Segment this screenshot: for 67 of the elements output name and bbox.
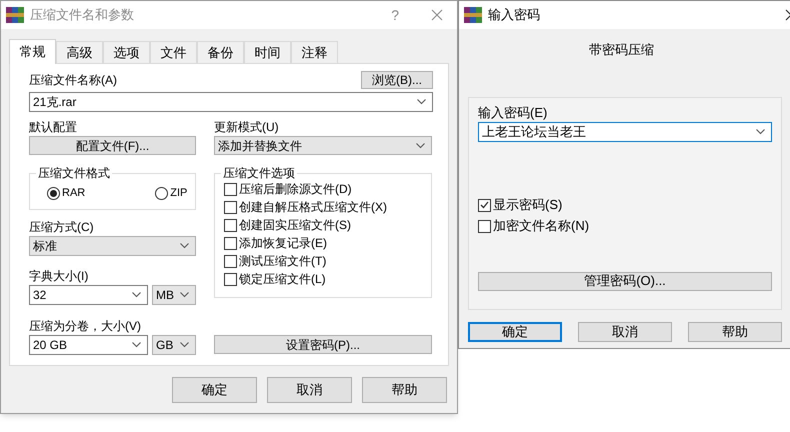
checkbox[interactable] bbox=[224, 272, 237, 286]
field-label: 压缩为分卷，大小(V) bbox=[29, 319, 142, 333]
checkbox-label: 添加恢复记录(E) bbox=[239, 235, 327, 252]
push-button[interactable]: 设置密码(P)... bbox=[214, 335, 432, 354]
dropdown-field[interactable]: 标准 bbox=[29, 236, 196, 256]
tab[interactable]: 备份 bbox=[197, 41, 244, 63]
field-label: 压缩方式(C) bbox=[29, 220, 95, 234]
dropdown-field[interactable]: GB bbox=[152, 335, 196, 355]
tab[interactable]: 常规 bbox=[9, 39, 56, 64]
push-button[interactable]: 管理密码(O)... bbox=[478, 272, 772, 290]
checkbox-label: 创建固实压缩文件(S) bbox=[239, 217, 351, 234]
archive-books-icon bbox=[6, 7, 24, 23]
dropdown-field[interactable]: 添加并替换文件 bbox=[214, 136, 432, 155]
chevron-down-icon bbox=[132, 342, 141, 348]
radio-button[interactable] bbox=[47, 187, 60, 200]
dialog-heading: 带密码压缩 bbox=[588, 41, 655, 59]
push-button[interactable]: 帮助 bbox=[688, 322, 782, 342]
tab[interactable]: 高级 bbox=[56, 41, 103, 63]
checkbox[interactable] bbox=[224, 182, 237, 196]
checkbox-label: 创建自解压格式压缩文件(X) bbox=[239, 199, 387, 216]
checkbox[interactable] bbox=[224, 200, 237, 214]
push-button[interactable]: 取消 bbox=[578, 322, 672, 342]
chevron-down-icon bbox=[132, 292, 141, 298]
tab[interactable]: 选项 bbox=[103, 41, 150, 63]
dropdown-field[interactable]: 20 GB bbox=[29, 335, 148, 355]
radio-label: ZIP bbox=[170, 186, 188, 202]
chevron-down-icon bbox=[756, 128, 765, 134]
push-button[interactable]: 确定 bbox=[172, 377, 257, 403]
checkbox[interactable] bbox=[224, 218, 237, 232]
dropdown-field[interactable]: MB bbox=[152, 285, 196, 305]
tab[interactable]: 时间 bbox=[244, 41, 291, 63]
push-button[interactable]: 浏览(B)... bbox=[361, 71, 433, 89]
field-label: 更新模式(U) bbox=[214, 120, 280, 134]
checkbox[interactable] bbox=[224, 254, 237, 268]
checkbox[interactable] bbox=[478, 220, 491, 232]
field-label: 输入密码(E) bbox=[478, 106, 548, 120]
dropdown-field[interactable]: 21克.rar bbox=[29, 92, 433, 112]
push-button[interactable]: 取消 bbox=[267, 377, 352, 403]
checkbox-label: 加密文件名称(N) bbox=[493, 217, 590, 236]
radio-label: RAR bbox=[62, 186, 86, 202]
window-title: 压缩文件名和参数 bbox=[30, 6, 134, 24]
dropdown-field[interactable]: 上老王论坛当老王 bbox=[478, 122, 772, 142]
radio-button[interactable] bbox=[155, 187, 168, 200]
checkbox-label: 压缩后删除源文件(D) bbox=[239, 181, 352, 198]
chevron-down-icon bbox=[180, 243, 189, 249]
field-label: 压缩文件名称(A) bbox=[29, 73, 117, 87]
field-label: 默认配置 bbox=[29, 120, 78, 134]
group-label: 压缩文件选项 bbox=[221, 166, 297, 180]
checkbox-label: 锁定压缩文件(L) bbox=[239, 271, 326, 288]
checkbox[interactable] bbox=[224, 236, 237, 250]
tab[interactable]: 文件 bbox=[150, 41, 197, 63]
archive-books-icon bbox=[464, 7, 482, 23]
group-label: 压缩文件格式 bbox=[36, 166, 112, 180]
tab[interactable]: 注释 bbox=[291, 41, 338, 63]
checked-checkbox[interactable] bbox=[478, 198, 491, 212]
push-button[interactable]: 配置文件(F)... bbox=[29, 136, 196, 155]
chevron-down-icon bbox=[180, 292, 189, 298]
chevron-down-icon bbox=[180, 342, 189, 348]
chevron-down-icon bbox=[417, 99, 426, 105]
chevron-down-icon bbox=[416, 142, 425, 148]
push-button[interactable]: 帮助 bbox=[362, 377, 447, 403]
field-label: 字典大小(I) bbox=[29, 269, 90, 283]
checkbox-label: 测试压缩文件(T) bbox=[239, 253, 326, 270]
push-button[interactable]: 确定 bbox=[468, 322, 562, 342]
window-title: 输入密码 bbox=[488, 6, 540, 24]
checkbox-label: 显示密码(S) bbox=[493, 196, 562, 214]
dropdown-field[interactable]: 32 bbox=[29, 285, 148, 305]
